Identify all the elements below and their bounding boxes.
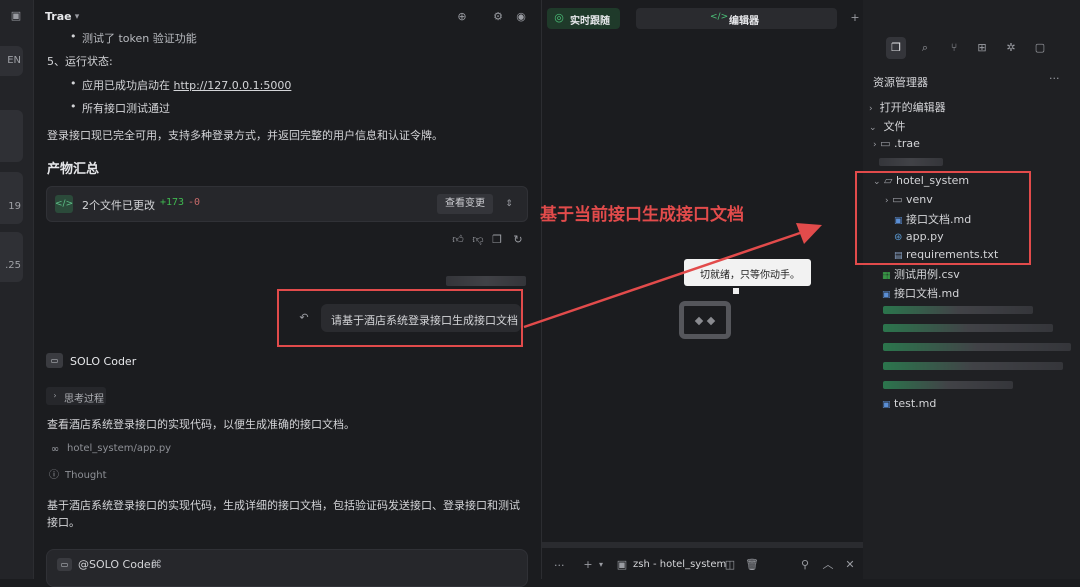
annotation-arrow <box>523 223 822 329</box>
annotation-arrow-line <box>523 231 801 329</box>
